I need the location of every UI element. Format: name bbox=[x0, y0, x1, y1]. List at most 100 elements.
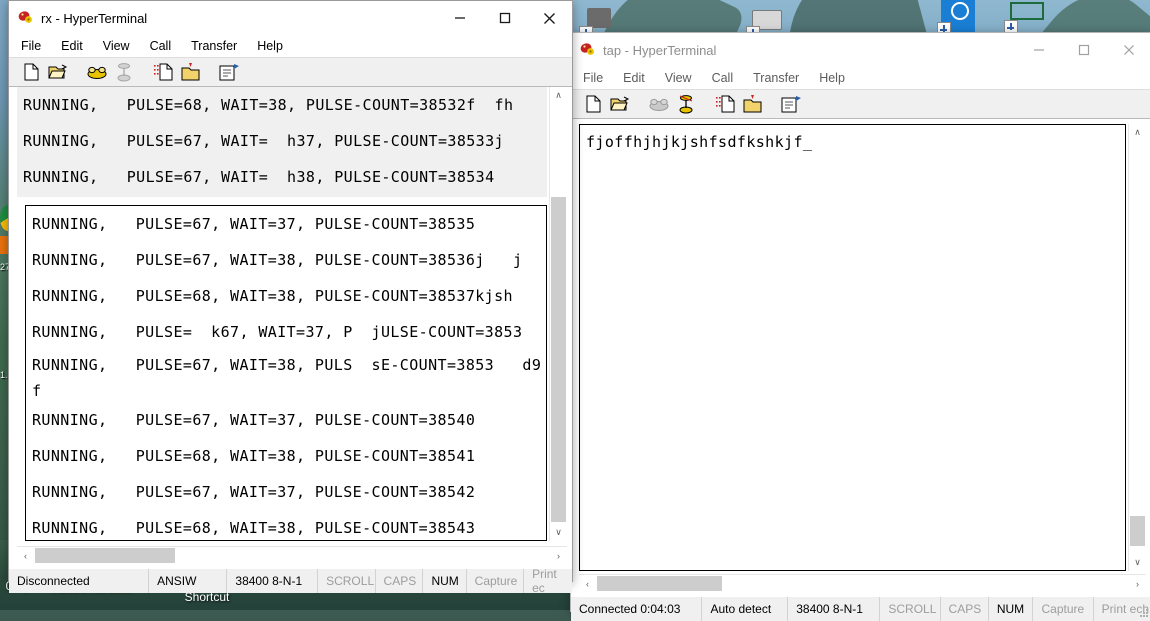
status-emulation-rx: ANSIW bbox=[149, 569, 228, 593]
properties-icon[interactable] bbox=[779, 93, 803, 115]
window-title-tap: tap - HyperTerminal bbox=[603, 42, 717, 58]
minimize-button-tap[interactable] bbox=[1016, 33, 1061, 67]
menu-edit-rx[interactable]: Edit bbox=[58, 38, 86, 54]
call-icon bbox=[647, 93, 671, 115]
status-num-tap: NUM bbox=[989, 597, 1034, 621]
horizontal-scrollbar-rx[interactable]: ‹ › bbox=[17, 546, 567, 564]
statusbar-rx: Disconnected ANSIW 38400 8-N-1 SCROLL CA… bbox=[9, 567, 572, 595]
hyperterminal-icon bbox=[17, 9, 35, 27]
receive-file-icon[interactable] bbox=[740, 93, 764, 115]
terminal-line: RUNNING, PULSE=68, WAIT=38, PULSE-COUNT=… bbox=[32, 447, 476, 465]
terminal-inner-tap[interactable]: fjoffhjhjkjshfsdfkshkjf_ bbox=[579, 124, 1126, 571]
toolbar-rx[interactable] bbox=[9, 57, 572, 87]
open-icon[interactable] bbox=[608, 93, 632, 115]
terminal-area-rx[interactable]: RUNNING, PULSE=68, WAIT=38, PULSE-COUNT=… bbox=[9, 87, 572, 569]
send-file-icon[interactable] bbox=[151, 61, 175, 83]
status-connection-tap: Connected 0:04:03 bbox=[571, 597, 703, 621]
status-emulation-tap: Auto detect bbox=[702, 597, 789, 621]
terminal-line: RUNNING, PULSE=67, WAIT=38, PULS sE-COUN… bbox=[32, 356, 542, 374]
status-connection-rx: Disconnected bbox=[9, 569, 150, 593]
send-file-icon[interactable] bbox=[713, 93, 737, 115]
scroll-right-button-tap[interactable]: › bbox=[1129, 575, 1146, 592]
window-controls-rx[interactable] bbox=[437, 1, 572, 35]
resize-grip-tap[interactable] bbox=[1139, 609, 1149, 619]
titlebar-tap[interactable]: tap - HyperTerminal bbox=[571, 33, 1150, 67]
horizontal-scroll-thumb-rx[interactable] bbox=[35, 548, 175, 563]
window-controls-tap[interactable] bbox=[1016, 33, 1150, 67]
disconnect-icon bbox=[112, 61, 136, 83]
maximize-button-rx[interactable] bbox=[482, 1, 527, 35]
terminal-line: RUNNING, PULSE=67, WAIT=37, PULSE-COUNT=… bbox=[32, 411, 476, 429]
terminal-area-tap[interactable]: fjoffhjhjkjshfsdfkshkjf_ ∧ ∨ ‹ › bbox=[571, 119, 1150, 597]
open-icon[interactable] bbox=[46, 61, 70, 83]
menu-transfer-tap[interactable]: Transfer bbox=[750, 70, 802, 86]
menu-file-rx[interactable]: File bbox=[18, 38, 44, 54]
menubar-rx[interactable]: File Edit View Call Transfer Help bbox=[9, 35, 572, 57]
receive-file-icon[interactable] bbox=[178, 61, 202, 83]
terminal-line: RUNNING, PULSE=67, WAIT= h37, PULSE-COUN… bbox=[23, 132, 504, 150]
terminal-line: RUNNING, PULSE=67, WAIT= h38, PULSE-COUN… bbox=[23, 168, 495, 186]
terminal-scrollback-rx: RUNNING, PULSE=68, WAIT=38, PULSE-COUNT=… bbox=[17, 87, 547, 197]
statusbar-tap: Connected 0:04:03 Auto detect 38400 8-N-… bbox=[571, 597, 1150, 621]
vertical-scroll-thumb-tap[interactable] bbox=[1130, 516, 1145, 546]
terminal-line: RUNNING, PULSE=68, WAIT=38, PULSE-COUNT=… bbox=[32, 519, 476, 537]
close-button-tap[interactable] bbox=[1106, 33, 1150, 67]
status-capture-rx: Capture bbox=[467, 569, 525, 593]
scroll-left-button-rx[interactable]: ‹ bbox=[17, 547, 34, 564]
status-baud-rx: 38400 8-N-1 bbox=[227, 569, 319, 593]
status-scroll-tap: SCROLL bbox=[880, 597, 941, 621]
terminal-line: RUNNING, PULSE=68, WAIT=38, PULSE-COUNT=… bbox=[32, 287, 513, 305]
menu-file-tap[interactable]: File bbox=[580, 70, 606, 86]
maximize-button-tap[interactable] bbox=[1061, 33, 1106, 67]
new-connection-icon[interactable] bbox=[581, 93, 605, 115]
menubar-tap[interactable]: File Edit View Call Transfer Help bbox=[571, 67, 1150, 89]
vertical-scrollbar-rx[interactable]: ∧ ∨ bbox=[549, 87, 567, 541]
vertical-scrollbar-tap[interactable]: ∧ ∨ bbox=[1128, 124, 1146, 571]
scroll-up-button-tap[interactable]: ∧ bbox=[1129, 124, 1146, 141]
menu-help-tap[interactable]: Help bbox=[816, 70, 848, 86]
scroll-right-button-rx[interactable]: › bbox=[550, 547, 567, 564]
window-title-rx: rx - HyperTerminal bbox=[41, 10, 148, 26]
status-capture-tap: Capture bbox=[1033, 597, 1094, 621]
properties-icon[interactable] bbox=[217, 61, 241, 83]
titlebar-rx[interactable]: rx - HyperTerminal bbox=[9, 1, 572, 35]
terminal-inner-rx[interactable]: RUNNING, PULSE=67, WAIT=37, PULSE-COUNT=… bbox=[25, 205, 547, 541]
terminal-line: RUNNING, PULSE=68, WAIT=38, PULSE-COUNT=… bbox=[23, 96, 514, 114]
status-scroll-rx: SCROLL bbox=[318, 569, 376, 593]
minimize-button-rx[interactable] bbox=[437, 1, 482, 35]
menu-view-tap[interactable]: View bbox=[662, 70, 695, 86]
terminal-line: fjoffhjhjkjshfsdfkshkjf_ bbox=[586, 133, 813, 151]
terminal-line: RUNNING, PULSE= k67, WAIT=37, P jULSE-CO… bbox=[32, 323, 523, 341]
window-tap-hyperterminal[interactable]: tap - HyperTerminal File Edit View Call … bbox=[570, 32, 1150, 621]
menu-call-tap[interactable]: Call bbox=[709, 70, 737, 86]
menu-call-rx[interactable]: Call bbox=[147, 38, 175, 54]
terminal-line: f bbox=[32, 382, 42, 400]
menu-view-rx[interactable]: View bbox=[100, 38, 133, 54]
window-rx-hyperterminal[interactable]: rx - HyperTerminal File Edit View Call T… bbox=[8, 0, 573, 595]
scroll-left-button-tap[interactable]: ‹ bbox=[579, 575, 596, 592]
status-caps-rx: CAPS bbox=[376, 569, 424, 593]
call-icon[interactable] bbox=[85, 61, 109, 83]
status-baud-tap: 38400 8-N-1 bbox=[788, 597, 881, 621]
toolbar-tap[interactable] bbox=[571, 89, 1150, 119]
terminal-line: RUNNING, PULSE=67, WAIT=37, PULSE-COUNT=… bbox=[32, 215, 476, 233]
vertical-scroll-thumb-rx[interactable] bbox=[551, 197, 566, 522]
status-print-rx: Print ec bbox=[532, 567, 557, 595]
scroll-up-button-rx[interactable]: ∧ bbox=[550, 87, 567, 104]
scroll-down-button-rx[interactable]: ∨ bbox=[550, 524, 567, 541]
horizontal-scroll-thumb-tap[interactable] bbox=[597, 576, 722, 591]
scroll-down-button-tap[interactable]: ∨ bbox=[1129, 554, 1146, 571]
horizontal-scrollbar-tap[interactable]: ‹ › bbox=[579, 574, 1146, 592]
menu-transfer-rx[interactable]: Transfer bbox=[188, 38, 240, 54]
hyperterminal-icon bbox=[579, 41, 597, 59]
menu-help-rx[interactable]: Help bbox=[254, 38, 286, 54]
status-num-rx: NUM bbox=[423, 569, 467, 593]
close-button-rx[interactable] bbox=[527, 1, 572, 35]
terminal-line: RUNNING, PULSE=67, WAIT=38, PULSE-COUNT=… bbox=[32, 251, 523, 269]
terminal-line: RUNNING, PULSE=67, WAIT=37, PULSE-COUNT=… bbox=[32, 483, 476, 501]
menu-edit-tap[interactable]: Edit bbox=[620, 70, 648, 86]
tinycad-icon bbox=[1004, 0, 1044, 34]
disconnect-icon[interactable] bbox=[674, 93, 698, 115]
status-caps-tap: CAPS bbox=[941, 597, 989, 621]
new-connection-icon[interactable] bbox=[19, 61, 43, 83]
